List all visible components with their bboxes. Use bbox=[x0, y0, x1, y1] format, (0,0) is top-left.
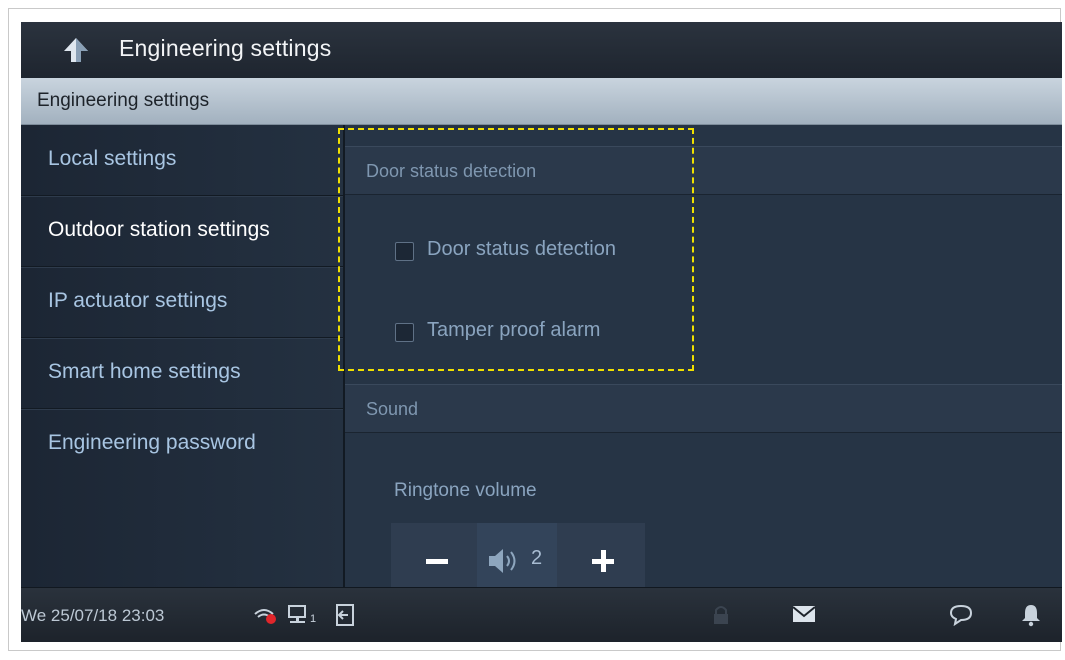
sidebar-item-label: Engineering password bbox=[48, 431, 256, 454]
back-arrow-icon[interactable] bbox=[61, 36, 91, 64]
content-area: Local settings Outdoor station settings … bbox=[21, 125, 1062, 587]
sidebar-item-local-settings[interactable]: Local settings bbox=[21, 125, 343, 196]
section-heading-door-status: Door status detection bbox=[345, 146, 1062, 195]
section-heading-label: Sound bbox=[366, 399, 419, 419]
bell-icon[interactable] bbox=[1021, 603, 1041, 627]
sidebar-item-engineering-password[interactable]: Engineering password bbox=[21, 409, 343, 479]
chat-icon[interactable] bbox=[949, 604, 973, 626]
network-icon bbox=[288, 605, 306, 623]
status-bar: We 25/07/18 23:03 1 bbox=[21, 588, 1062, 642]
checkbox-label: Door status detection bbox=[427, 238, 616, 260]
sidebar-item-ip-actuator-settings[interactable]: IP actuator settings bbox=[21, 267, 343, 338]
volume-increase-button[interactable] bbox=[557, 523, 645, 587]
tamper-proof-alarm-checkbox[interactable] bbox=[395, 323, 414, 342]
section-heading-sound: Sound bbox=[345, 384, 1062, 433]
checkbox-label: Tamper proof alarm bbox=[427, 319, 601, 341]
sidebar: Local settings Outdoor station settings … bbox=[21, 125, 343, 587]
volume-display: 2 bbox=[477, 523, 557, 587]
logout-icon[interactable] bbox=[334, 603, 356, 627]
lock-icon[interactable] bbox=[711, 604, 731, 626]
mail-icon[interactable] bbox=[792, 605, 816, 623]
sidebar-item-label: Outdoor station settings bbox=[48, 218, 270, 241]
title-bar: Engineering settings bbox=[21, 22, 1062, 78]
speaker-icon bbox=[489, 549, 516, 573]
breadcrumb: Engineering settings bbox=[21, 78, 1062, 125]
network-index: 1 bbox=[310, 613, 317, 625]
door-status-detection-checkbox[interactable] bbox=[395, 242, 414, 261]
settings-panel: Door status detection Door status detect… bbox=[345, 125, 1062, 587]
device-screen: Engineering settings Engineering setting… bbox=[21, 22, 1062, 642]
sidebar-item-label: IP actuator settings bbox=[48, 289, 228, 312]
sidebar-item-label: Smart home settings bbox=[48, 360, 241, 383]
status-datetime: We 25/07/18 23:03 bbox=[21, 606, 165, 625]
ringtone-volume-label: Ringtone volume bbox=[394, 480, 537, 501]
sidebar-item-outdoor-station-settings[interactable]: Outdoor station settings bbox=[21, 196, 343, 267]
sidebar-item-smart-home-settings[interactable]: Smart home settings bbox=[21, 338, 343, 409]
wifi-alert-icon bbox=[254, 609, 276, 624]
volume-value: 2 bbox=[531, 547, 543, 569]
breadcrumb-label: Engineering settings bbox=[37, 90, 210, 111]
section-heading-label: Door status detection bbox=[366, 161, 537, 181]
ringtone-volume-stepper: 2 bbox=[391, 523, 645, 587]
page-title: Engineering settings bbox=[119, 35, 332, 61]
volume-decrease-button[interactable] bbox=[391, 523, 477, 587]
sidebar-item-label: Local settings bbox=[48, 147, 177, 170]
